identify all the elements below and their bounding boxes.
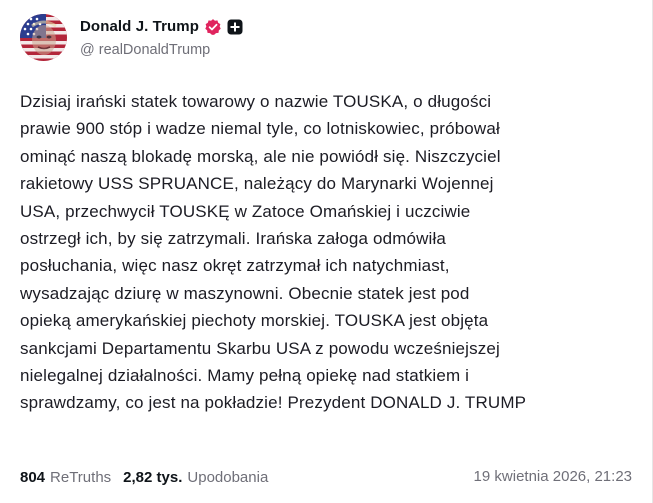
post-text-line: rakietowy USS SPRUANCE, należący do Mary… <box>20 174 494 194</box>
post-text-line: ostrzegł ich, by się zatrzymali. Irańska… <box>20 229 447 249</box>
avatar-flag-face-image <box>20 13 67 61</box>
post-text-line: ominąć naszą blokadę morską, ale nie pow… <box>20 146 501 166</box>
post-timestamp[interactable]: 19 kwietnia 2026, 21:23 <box>474 466 632 488</box>
retruths-stat[interactable]: 804 ReTruths <box>20 469 111 486</box>
post-card: Donald J. Trump @ realDonaldTrump Dzisia… <box>0 0 653 503</box>
retruths-count: 804 <box>20 468 46 486</box>
avatar[interactable] <box>20 13 67 61</box>
retruths-label: ReTruths <box>50 468 112 486</box>
likes-label: Upodobania <box>187 468 269 486</box>
post-text-line: opieką amerykańskiej piechoty morskiej. … <box>20 311 489 331</box>
post-text-line: sankcjami Departamentu Skarbu USA z powo… <box>20 338 500 358</box>
post-text: Dzisiaj irański statek towarowy o nazwie… <box>20 88 640 417</box>
post-text-line: Dzisiaj irański statek towarowy o nazwie… <box>20 92 492 111</box>
likes-stat[interactable]: 2,82 tys. Upodobania <box>123 469 268 486</box>
post-text-line: nielegalnej działalności. Mamy pełną opi… <box>20 366 470 386</box>
post-header: Donald J. Trump @ realDonaldTrump <box>20 13 243 61</box>
author-name-row: Donald J. Trump <box>80 17 243 37</box>
post-text-line: wysadzając dziurę w maszynowni. Obecnie … <box>20 283 470 303</box>
post-text-line: prawie 900 stóp i wadze niemal tyle, co … <box>20 119 500 139</box>
verified-badge-icon <box>204 18 222 36</box>
author-display-name[interactable]: Donald J. Trump <box>80 18 199 35</box>
post-text-line: sprawdzamy, co jest na pokładzie! Prezyd… <box>20 393 527 413</box>
post-text-line: posłuchania, więc nasz okręt zatrzymał i… <box>20 256 450 276</box>
post-text-line: USA, przechwycił TOUSKĘ w Zatoce Omański… <box>20 201 471 221</box>
post-stats: 804 ReTruths 2,82 tys. Upodobania <box>20 466 268 488</box>
likes-count: 2,82 tys. <box>123 468 183 486</box>
author-handle[interactable]: @ realDonaldTrump <box>80 42 243 58</box>
plus-square-icon <box>227 19 243 35</box>
author-info: Donald J. Trump @ realDonaldTrump <box>80 17 243 58</box>
